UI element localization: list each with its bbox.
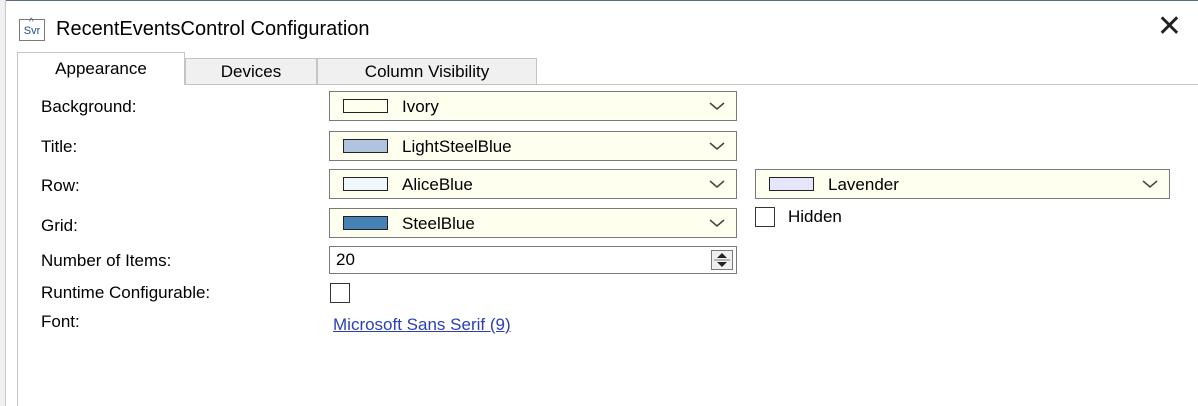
tab-devices[interactable]: Devices — [185, 58, 317, 84]
grid-label: Grid: — [41, 216, 78, 235]
tab-column-visibility[interactable]: Column Visibility — [317, 58, 537, 84]
font-label: Font: — [41, 312, 80, 331]
grid-hidden-label: Hidden — [788, 207, 842, 226]
spin-buttons[interactable] — [711, 250, 733, 270]
window-left-border — [0, 0, 6, 406]
row-label: Row: — [41, 176, 80, 195]
row-color-dropdown[interactable]: AliceBlue — [329, 169, 737, 199]
chevron-down-icon — [708, 93, 726, 117]
row-swatch — [343, 177, 388, 191]
up-down-arrow-icon — [714, 253, 730, 267]
chevron-down-icon — [1141, 171, 1159, 195]
row-value: AliceBlue — [402, 175, 473, 194]
title-swatch — [343, 139, 388, 153]
tab-appearance[interactable]: Appearance — [17, 52, 185, 85]
runtime-configurable-checkbox[interactable] — [330, 283, 350, 303]
title-bar: ^ Svr RecentEventsControl Configuration … — [6, 0, 1198, 59]
background-label: Background: — [41, 97, 137, 116]
grid-value: SteelBlue — [402, 214, 475, 233]
close-icon[interactable]: ✕ — [1157, 11, 1182, 43]
caret-up-icon: ^ — [29, 17, 34, 28]
title-label: Title: — [41, 137, 78, 156]
number-of-items-value: 20 — [336, 250, 355, 269]
chevron-down-icon — [708, 133, 726, 157]
font-link[interactable]: Microsoft Sans Serif (9) — [333, 315, 511, 335]
title-color-dropdown[interactable]: LightSteelBlue — [329, 131, 737, 161]
app-icon: ^ Svr — [19, 17, 45, 41]
number-of-items-stepper[interactable]: 20 — [329, 246, 737, 274]
grid-swatch — [343, 216, 388, 230]
runtime-configurable-label: Runtime Configurable: — [41, 283, 211, 302]
grid-color-dropdown[interactable]: SteelBlue — [329, 208, 737, 238]
background-color-dropdown[interactable]: Ivory — [329, 91, 737, 121]
window-title: RecentEventsControl Configuration — [56, 18, 370, 40]
row-alt-color-dropdown[interactable]: Lavender — [755, 169, 1170, 199]
chevron-down-icon — [708, 171, 726, 195]
number-of-items-label: Number of Items: — [41, 251, 172, 270]
grid-hidden-checkbox[interactable] — [755, 207, 775, 227]
row-alt-value: Lavender — [828, 175, 899, 194]
background-value: Ivory — [402, 97, 439, 116]
background-swatch — [343, 99, 388, 113]
row-alt-swatch — [769, 177, 814, 191]
title-value: LightSteelBlue — [402, 137, 512, 156]
chevron-down-icon — [708, 210, 726, 234]
